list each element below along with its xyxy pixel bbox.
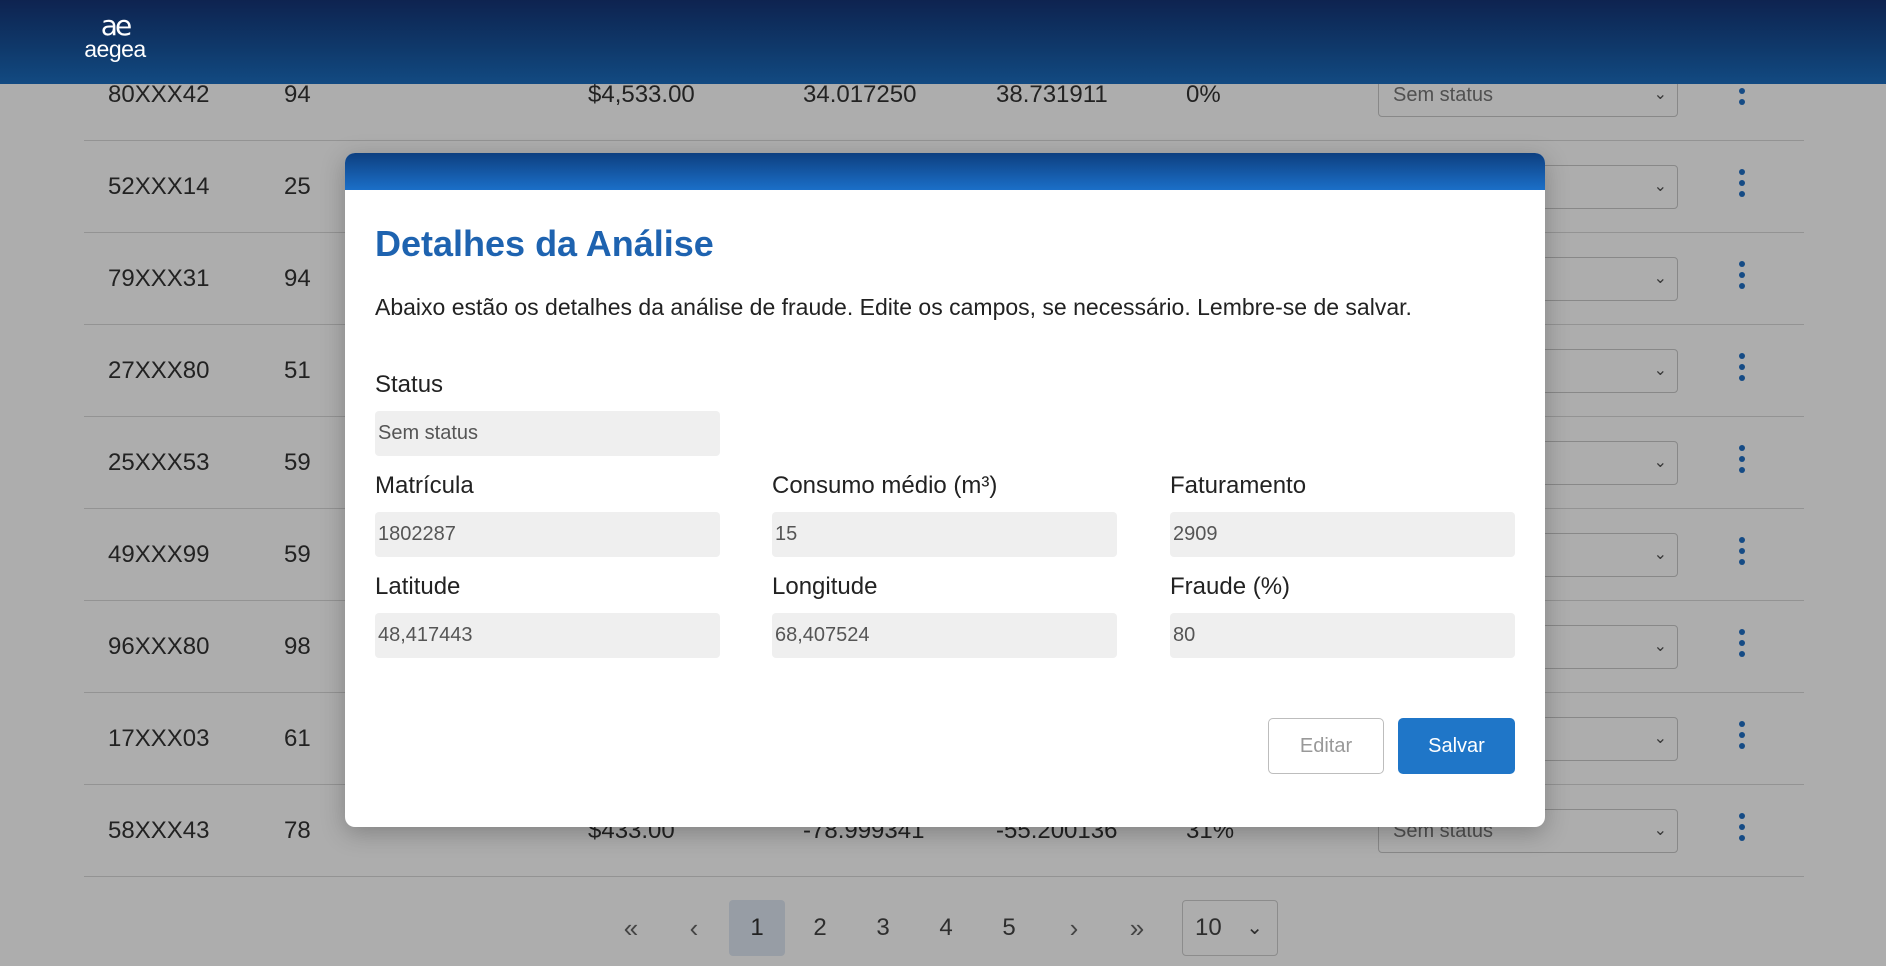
status-field[interactable] xyxy=(375,411,720,456)
consumo-field[interactable] xyxy=(772,512,1117,557)
modal-description: Abaixo estão os detalhes da análise de f… xyxy=(375,294,1412,320)
top-bar: ae aegea xyxy=(0,0,1886,84)
logo-wordmark: aegea xyxy=(84,36,146,62)
fraude-label: Fraude (%) xyxy=(1170,573,1291,600)
latitude-label: Latitude xyxy=(375,573,461,600)
aegea-logo[interactable]: ae aegea xyxy=(82,9,148,62)
longitude-field[interactable] xyxy=(772,613,1117,658)
modal-header-bar xyxy=(345,153,1545,190)
matricula-field[interactable] xyxy=(375,512,720,557)
edit-button[interactable]: Editar xyxy=(1268,718,1384,774)
matricula-label: Matrícula xyxy=(375,472,474,499)
faturamento-field[interactable] xyxy=(1170,512,1515,557)
longitude-label: Longitude xyxy=(772,573,878,600)
analysis-details-modal: Detalhes da Análise Abaixo estão os deta… xyxy=(345,153,1545,827)
save-button[interactable]: Salvar xyxy=(1398,718,1515,774)
consumo-label: Consumo médio (m³) xyxy=(772,472,998,499)
status-label: Status xyxy=(375,371,444,398)
logo-mark: ae xyxy=(100,9,132,42)
fraude-field[interactable] xyxy=(1170,613,1515,658)
faturamento-label: Faturamento xyxy=(1170,472,1307,499)
modal-title: Detalhes da Análise xyxy=(375,223,714,264)
latitude-field[interactable] xyxy=(375,613,720,658)
